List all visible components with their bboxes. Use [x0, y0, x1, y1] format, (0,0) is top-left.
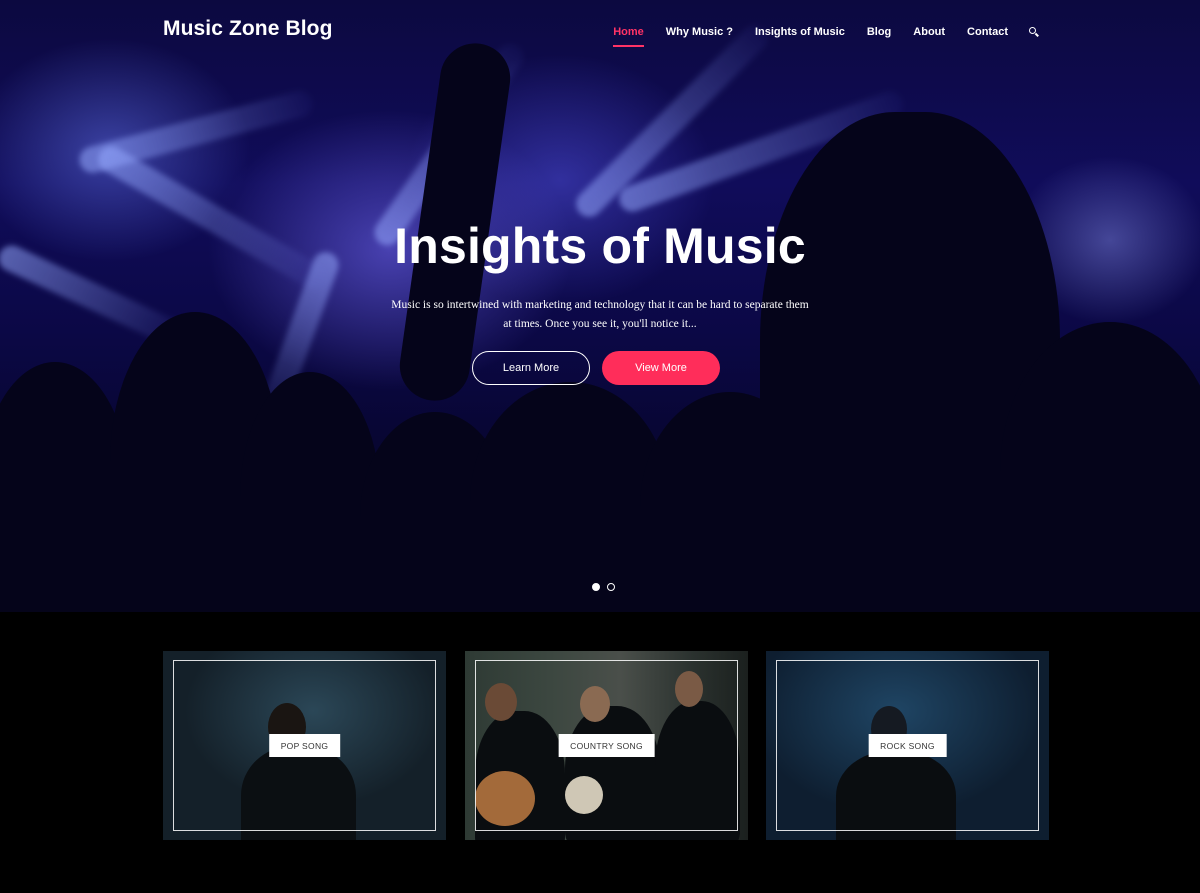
nav-item-why-music[interactable]: Why Music ?: [666, 26, 733, 38]
slider-dot-1[interactable]: [592, 583, 600, 591]
nav-item-blog[interactable]: Blog: [867, 26, 891, 38]
category-label[interactable]: COUNTRY SONG: [558, 734, 655, 757]
nav-item-contact[interactable]: Contact: [967, 26, 1008, 38]
slider-dots: [592, 583, 622, 591]
category-card-country-song[interactable]: COUNTRY SONG: [465, 651, 748, 840]
hero-description: Music is so intertwined with marketing a…: [391, 299, 809, 330]
site-logo[interactable]: Music Zone Blog: [163, 17, 333, 41]
view-more-button[interactable]: View More: [602, 351, 720, 385]
hero-title: Insights of Music: [394, 218, 806, 274]
category-card-rock-song[interactable]: ROCK SONG: [766, 651, 1049, 840]
nav-item-home[interactable]: Home: [613, 26, 644, 47]
category-label[interactable]: POP SONG: [268, 734, 341, 757]
light-beam: [76, 88, 316, 176]
slider-dot-2[interactable]: [607, 583, 615, 591]
search-icon[interactable]: [1028, 26, 1040, 38]
main-nav: Home Why Music ? Insights of Music Blog …: [591, 26, 1040, 47]
category-card-pop-song[interactable]: POP SONG: [163, 651, 446, 840]
nav-item-about[interactable]: About: [913, 26, 945, 38]
learn-more-button[interactable]: Learn More: [472, 351, 590, 385]
nav-item-insights-of-music[interactable]: Insights of Music: [755, 26, 845, 38]
category-label[interactable]: ROCK SONG: [868, 734, 947, 757]
